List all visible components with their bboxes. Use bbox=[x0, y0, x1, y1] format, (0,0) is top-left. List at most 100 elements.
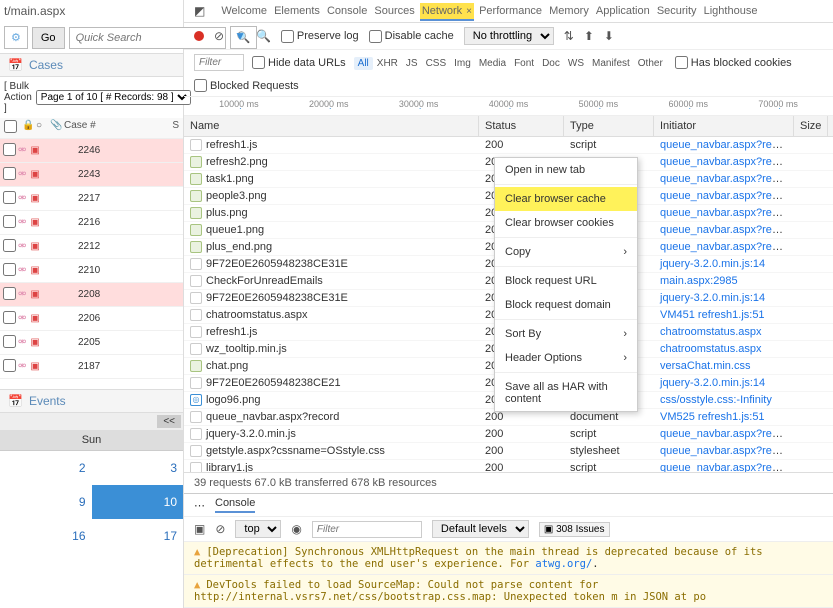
tab-performance[interactable]: Performance bbox=[477, 3, 544, 19]
initiator-link[interactable]: chatroomstatus.aspx bbox=[660, 343, 762, 355]
console-filter-input[interactable] bbox=[312, 521, 422, 538]
record-icon[interactable] bbox=[194, 31, 204, 41]
col-initiator[interactable]: Initiator bbox=[654, 116, 794, 136]
case-checkbox[interactable] bbox=[3, 263, 16, 276]
case-row[interactable]: ⚮▣ 2206 bbox=[0, 307, 183, 331]
initiator-link[interactable]: chatroomstatus.aspx bbox=[660, 326, 762, 338]
blocked-cookies[interactable]: Has blocked cookies bbox=[675, 56, 792, 69]
col-name[interactable]: Name bbox=[184, 116, 479, 136]
network-row[interactable]: refresh1.js 200 script queue_navbar.aspx… bbox=[184, 137, 833, 154]
chip-img[interactable]: Img bbox=[450, 57, 475, 70]
initiator-link[interactable]: versaChat.min.css bbox=[660, 360, 750, 372]
initiator-link[interactable]: jquery-3.2.0.min.js:14 bbox=[660, 258, 765, 270]
case-row[interactable]: ⚮▣ 2216 bbox=[0, 211, 183, 235]
initiator-link[interactable]: jquery-3.2.0.min.js:14 bbox=[660, 292, 765, 304]
cal-day[interactable]: 17 bbox=[92, 519, 184, 553]
console-clear-icon[interactable]: ⊘ bbox=[215, 522, 225, 536]
ctx-block-request-domain[interactable]: Block request domain bbox=[495, 293, 637, 317]
chip-other[interactable]: Other bbox=[634, 57, 667, 70]
cal-day[interactable]: 9 bbox=[0, 485, 92, 519]
ctx-save-all-as-har-with-content[interactable]: Save all as HAR with content bbox=[495, 375, 637, 411]
initiator-link[interactable]: queue_navbar.aspx?recordtypeid=1&... bbox=[660, 462, 794, 472]
initiator-link[interactable]: queue_navbar.aspx?recordtypeid=1&... bbox=[660, 156, 794, 168]
blocked-requests[interactable]: Blocked Requests bbox=[194, 79, 299, 92]
filter-input[interactable] bbox=[194, 54, 244, 71]
case-row[interactable]: ⚮▣ 2246 bbox=[0, 139, 183, 163]
filter-icon[interactable]: ▼ bbox=[234, 29, 246, 43]
case-row[interactable]: ⚮▣ 2217 bbox=[0, 187, 183, 211]
ctx-block-request-url[interactable]: Block request URL bbox=[495, 269, 637, 293]
context-select[interactable]: top bbox=[235, 520, 281, 538]
case-row[interactable]: ⚮▣ 2210 bbox=[0, 259, 183, 283]
tab-network[interactable]: Network× bbox=[420, 3, 474, 21]
case-row[interactable]: ⚮▣ 2208 bbox=[0, 283, 183, 307]
tab-lighthouse[interactable]: Lighthouse bbox=[702, 3, 760, 19]
clear-icon[interactable]: ⊘ bbox=[214, 29, 224, 43]
col-case[interactable]: Case # bbox=[60, 118, 100, 138]
ctx-header-options[interactable]: Header Options› bbox=[495, 346, 637, 370]
initiator-link[interactable]: jquery-3.2.0.min.js:14 bbox=[660, 377, 765, 389]
bulk-action-link[interactable]: [ Bulk Action ] bbox=[4, 81, 32, 114]
initiator-link[interactable]: queue_navbar.aspx?recordtypeid=1&... bbox=[660, 428, 794, 440]
close-icon[interactable]: × bbox=[466, 6, 472, 17]
network-row[interactable]: library1.js 200 script queue_navbar.aspx… bbox=[184, 460, 833, 472]
download-icon[interactable]: ⬇ bbox=[604, 29, 614, 43]
tab-application[interactable]: Application bbox=[594, 3, 652, 19]
disable-cache[interactable]: Disable cache bbox=[369, 30, 454, 43]
ctx-clear-browser-cookies[interactable]: Clear browser cookies bbox=[495, 211, 637, 235]
case-checkbox[interactable] bbox=[3, 287, 16, 300]
chip-media[interactable]: Media bbox=[475, 57, 510, 70]
issues-button[interactable]: ▣ 308 Issues bbox=[539, 522, 610, 537]
timeline[interactable]: 10000 ms20000 ms30000 ms40000 ms50000 ms… bbox=[184, 97, 833, 116]
eye-icon[interactable]: ◉ bbox=[291, 522, 301, 536]
cal-day[interactable]: 10 bbox=[92, 485, 184, 519]
console-sidebar-icon[interactable]: ▣ bbox=[194, 522, 205, 536]
select-all-checkbox[interactable] bbox=[4, 120, 17, 133]
case-checkbox[interactable] bbox=[3, 215, 16, 228]
case-checkbox[interactable] bbox=[3, 191, 16, 204]
throttling-select[interactable]: No throttling bbox=[464, 27, 554, 45]
tab-memory[interactable]: Memory bbox=[547, 3, 591, 19]
case-row[interactable]: ⚮▣ 2205 bbox=[0, 331, 183, 355]
tab-security[interactable]: Security bbox=[655, 3, 699, 19]
initiator-link[interactable]: queue_navbar.aspx?recordtypeid=1&... bbox=[660, 224, 794, 236]
chip-doc[interactable]: Doc bbox=[538, 57, 564, 70]
ctx-clear-browser-cache[interactable]: Clear browser cache bbox=[495, 187, 637, 211]
cal-day[interactable]: 16 bbox=[0, 519, 92, 553]
col-status[interactable]: Status bbox=[479, 116, 564, 136]
chip-ws[interactable]: WS bbox=[564, 57, 588, 70]
initiator-link[interactable]: queue_navbar.aspx?recordtypeid=1&... bbox=[660, 190, 794, 202]
col-size[interactable]: Size bbox=[794, 116, 828, 136]
chip-js[interactable]: JS bbox=[402, 57, 422, 70]
chip-css[interactable]: CSS bbox=[422, 57, 451, 70]
col-type[interactable]: Type bbox=[564, 116, 654, 136]
case-checkbox[interactable] bbox=[3, 311, 16, 324]
cal-day[interactable]: 3 bbox=[92, 451, 184, 485]
case-checkbox[interactable] bbox=[3, 335, 16, 348]
gear-icon[interactable]: ⚙ bbox=[4, 26, 28, 49]
case-checkbox[interactable] bbox=[3, 143, 16, 156]
tab-elements[interactable]: Elements bbox=[272, 3, 322, 19]
chip-all[interactable]: All bbox=[354, 57, 373, 70]
console-menu-icon[interactable]: ⋯ bbox=[194, 499, 205, 512]
initiator-link[interactable]: queue_navbar.aspx?recordtypeid=1&... bbox=[660, 241, 794, 253]
initiator-link[interactable]: queue_navbar.aspx?recordtypeid=1&... bbox=[660, 173, 794, 185]
ctx-sort-by[interactable]: Sort By› bbox=[495, 322, 637, 346]
ctx-copy[interactable]: Copy› bbox=[495, 240, 637, 264]
levels-select[interactable]: Default levels bbox=[432, 520, 529, 538]
upload-icon[interactable]: ⬆ bbox=[584, 29, 594, 43]
search-icon[interactable]: 🔍 bbox=[256, 29, 271, 43]
tab-sources[interactable]: Sources bbox=[372, 3, 416, 19]
case-checkbox[interactable] bbox=[3, 239, 16, 252]
initiator-link[interactable]: VM525 refresh1.js:51 bbox=[660, 411, 765, 423]
initiator-link[interactable]: VM451 refresh1.js:51 bbox=[660, 309, 765, 321]
initiator-link[interactable]: css/osstyle.css:-Infinity bbox=[660, 394, 772, 406]
case-row[interactable]: ⚮▣ 2212 bbox=[0, 235, 183, 259]
network-row[interactable]: getstyle.aspx?cssname=OSstyle.css 200 st… bbox=[184, 443, 833, 460]
wifi-icon[interactable]: ⇅ bbox=[564, 29, 574, 43]
preserve-log[interactable]: Preserve log bbox=[281, 30, 359, 43]
case-checkbox[interactable] bbox=[3, 167, 16, 180]
case-row[interactable]: ⚮▣ 2243 bbox=[0, 163, 183, 187]
initiator-link[interactable]: main.aspx:2985 bbox=[660, 275, 738, 287]
chip-font[interactable]: Font bbox=[510, 57, 538, 70]
